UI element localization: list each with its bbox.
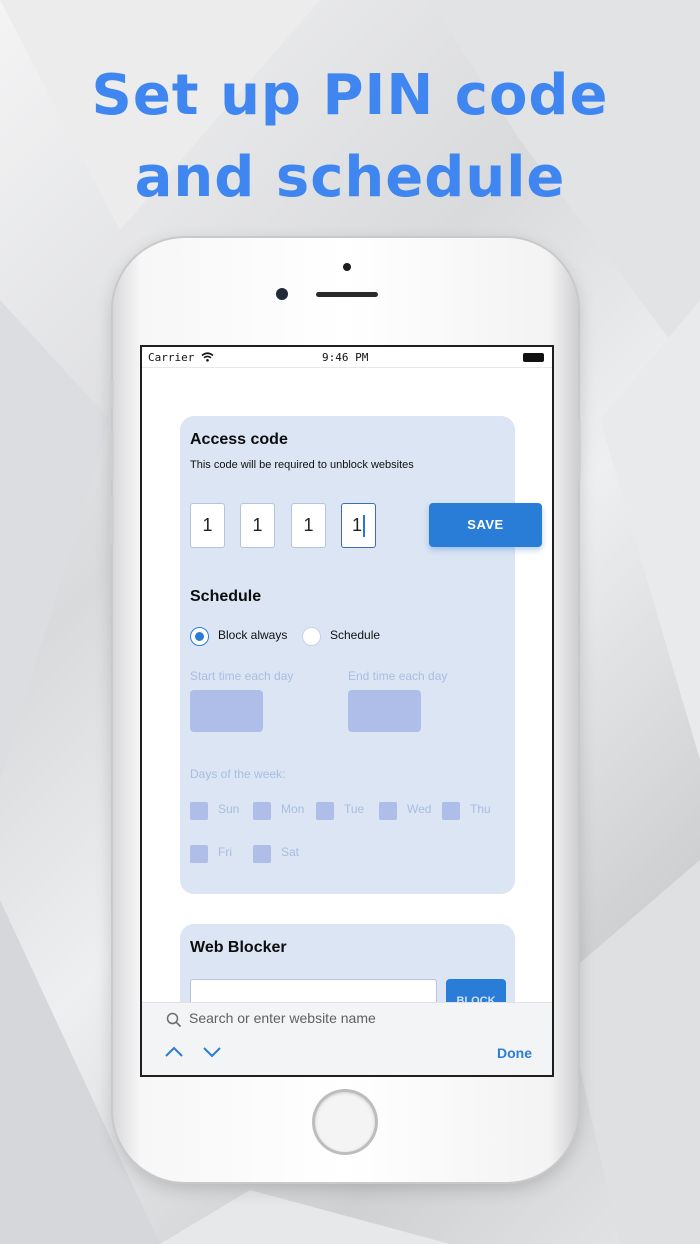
search-field[interactable]: Search or enter website name [162,1009,552,1031]
phone-volume-up [110,430,114,480]
headline: Set up PIN code and schedule [0,55,700,219]
phone-speaker [316,292,378,297]
pin-digit-2[interactable]: 1 [240,503,275,548]
pin-digit-4-value: 1 [351,515,362,535]
carrier-label: Carrier [148,351,214,364]
status-time: 9:46 PM [322,351,369,364]
keyboard-accessory-bar: Search or enter website name Done [142,1002,552,1075]
start-time-field[interactable] [190,690,263,732]
radio-block-always-label[interactable]: Block always [218,628,287,642]
day-label-wed: Wed [407,802,432,816]
access-code-card: Access code This code will be required t… [180,416,542,894]
chevron-down-icon[interactable] [202,1045,222,1059]
day-label-fri: Fri [218,845,232,859]
carrier-text: Carrier [148,351,195,364]
search-placeholder: Search or enter website name [189,1010,376,1026]
phone-screen: Carrier 9:46 PM Access code This code wi… [140,345,554,1077]
phone-front-camera [276,288,288,300]
phone-home-button[interactable] [315,1092,375,1152]
pin-digit-3[interactable]: 1 [291,503,326,548]
day-label-tue: Tue [344,802,365,816]
day-label-thu: Thu [470,802,491,816]
phone-volume-down [110,495,114,545]
schedule-title: Schedule [190,588,262,605]
pin-digit-1[interactable]: 1 [190,503,225,548]
web-blocker-title: Web Blocker [190,939,287,956]
phone-silent-switch [110,380,114,408]
pin-digit-4[interactable]: 1 [341,503,376,548]
phone-power-button [577,420,581,480]
day-label-mon: Mon [281,802,305,816]
radio-schedule[interactable] [302,627,321,646]
headline-line-2: and schedule [134,145,566,210]
save-button[interactable]: SAVE [429,503,542,547]
days-of-week-label: Days of the week: [190,767,286,781]
end-time-field[interactable] [348,690,421,732]
day-label-sat: Sat [281,845,300,859]
battery-icon [523,353,544,362]
done-button[interactable]: Done [497,1045,532,1061]
day-checkbox-sat[interactable] [253,845,271,863]
headline-line-1: Set up PIN code [91,63,609,128]
start-time-label: Start time each day [190,669,294,683]
text-cursor [363,515,365,538]
day-checkbox-mon[interactable] [253,802,271,820]
end-time-label: End time each day [348,669,448,683]
day-checkbox-thu[interactable] [442,802,460,820]
radio-block-always[interactable] [190,627,209,646]
day-checkbox-sun[interactable] [190,802,208,820]
search-icon [166,1012,182,1028]
chevron-up-icon[interactable] [164,1045,184,1059]
day-checkbox-wed[interactable] [379,802,397,820]
status-bar: Carrier 9:46 PM [142,347,552,368]
day-checkbox-tue[interactable] [316,802,334,820]
access-code-subtitle: This code will be required to unblock we… [190,459,414,471]
phone-sensor [343,263,351,271]
access-code-title: Access code [190,431,288,448]
radio-schedule-label[interactable]: Schedule [330,628,380,642]
wifi-icon [201,352,214,362]
day-label-sun: Sun [218,802,240,816]
day-checkbox-fri[interactable] [190,845,208,863]
